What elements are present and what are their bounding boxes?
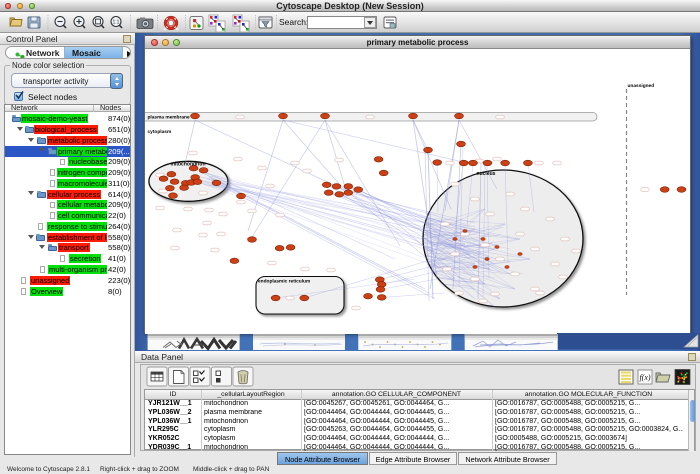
svg-text:plasma membrane: plasma membrane [148,115,190,121]
svg-text:1:1: 1:1 [113,20,120,26]
svg-text:nucleus: nucleus [477,171,496,177]
svg-text:f(x): f(x) [639,373,650,382]
svg-text:mitochondrion: mitochondrion [171,162,206,168]
svg-text:cytoplasm: cytoplasm [148,129,172,135]
svg-text:endoplasmic reticulum: endoplasmic reticulum [258,279,310,285]
svg-text:unassigned: unassigned [628,83,655,89]
